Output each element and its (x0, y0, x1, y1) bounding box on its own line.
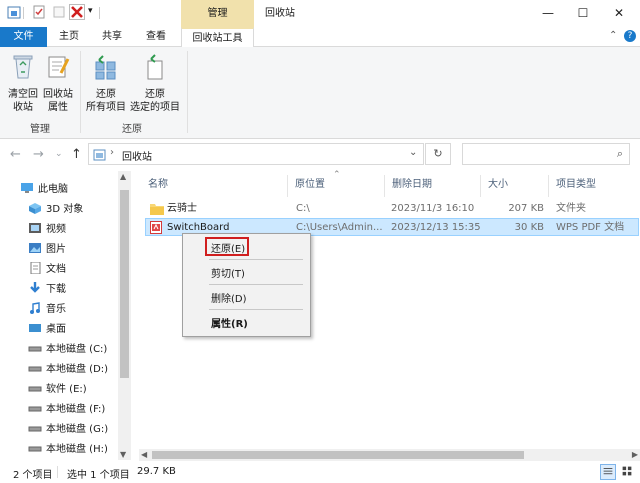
drive-icon (28, 386, 42, 392)
delete-qat-icon[interactable] (69, 4, 85, 20)
scroll-down-icon[interactable]: ▼ (120, 450, 126, 459)
nav-item-3d-objects[interactable]: 3D 对象 (28, 200, 83, 220)
drive-icon (28, 426, 42, 432)
nav-item-drive-e[interactable]: 软件 (E:) (28, 380, 87, 400)
refresh-button[interactable]: ↻ (425, 143, 451, 165)
nav-item-drive-d[interactable]: 本地磁盘 (D:) (28, 360, 108, 380)
scroll-up-icon[interactable]: ▲ (120, 172, 126, 181)
restore-all-button[interactable]: 还原 所有项目 (84, 53, 128, 114)
tab-file[interactable]: 文件 (0, 27, 47, 47)
scroll-right-icon[interactable]: ▶ (632, 450, 638, 459)
nav-item-this-pc[interactable]: 此电脑 (20, 180, 68, 200)
help-icon[interactable]: ? (624, 30, 636, 42)
menu-item-restore[interactable]: 还原(E) (211, 240, 245, 255)
nav-item-downloads[interactable]: 下载 (28, 280, 66, 300)
drive-icon (28, 406, 42, 412)
large-icons-view-icon[interactable] (620, 464, 636, 480)
context-menu: 还原(E) 剪切(T) 删除(D) 属性(R) (182, 233, 311, 337)
properties-icon (48, 56, 70, 78)
status-selection: 选中 1 个项目 (67, 470, 130, 481)
drive-icon (28, 366, 42, 372)
group-label-restore: 还原 (122, 124, 142, 135)
nav-item-drive-f[interactable]: 本地磁盘 (F:) (28, 400, 105, 420)
breadcrumb-recycle-bin[interactable]: 回收站 (122, 148, 152, 163)
details-view-icon[interactable] (600, 464, 616, 480)
menu-item-cut[interactable]: 剪切(T) (211, 265, 245, 280)
scroll-left-icon[interactable]: ◀ (141, 450, 147, 459)
menu-item-delete[interactable]: 删除(D) (211, 290, 247, 305)
forward-arrow-icon[interactable]: → (33, 147, 44, 162)
computer-icon (21, 183, 33, 193)
status-bar: 2 个项目 选中 1 个项目 29.7 KB (0, 461, 640, 483)
nav-item-videos[interactable]: 视频 (28, 220, 66, 240)
address-bar[interactable]: › 回收站 ⌄ (88, 143, 424, 165)
up-arrow-icon[interactable]: ↑ (71, 147, 82, 162)
tab-view[interactable]: 查看 (141, 27, 171, 47)
group-label-manage: 管理 (30, 124, 50, 135)
download-icon (30, 282, 40, 293)
collapse-ribbon-icon[interactable]: ⌃ (609, 30, 617, 41)
search-icon: ⌕ (616, 147, 623, 160)
nav-scroll-thumb[interactable] (120, 190, 129, 378)
folder-icon (150, 204, 164, 215)
empty-recycle-bin-button[interactable]: 清空回 收站 (4, 53, 42, 114)
close-button[interactable]: ✕ (596, 0, 640, 27)
restore-all-icon (95, 55, 116, 80)
properties-qat-icon[interactable] (32, 5, 46, 19)
title-bar: ▾ 管理 回收站 — ☐ ✕ (0, 0, 640, 27)
folder-app-icon (7, 6, 21, 19)
documents-icon (30, 262, 41, 274)
recycle-bin-icon (13, 55, 33, 79)
column-header-location[interactable]: 原位置 (289, 175, 385, 197)
tab-share[interactable]: 共享 (97, 27, 127, 47)
new-folder-qat-icon[interactable] (52, 5, 66, 19)
column-header-name[interactable]: 名称 (142, 175, 288, 197)
drive-icon (28, 346, 42, 352)
restore-selected-button[interactable]: 还原 选定的项目 (128, 53, 182, 114)
recycle-bin-small-icon (93, 149, 106, 161)
recycle-bin-properties-button[interactable]: 回收站 属性 (41, 53, 75, 114)
music-icon (30, 302, 40, 314)
drive-icon (28, 446, 42, 452)
qat-dropdown-icon[interactable]: ▾ (88, 6, 93, 16)
column-header-type[interactable]: 项目类型 (550, 175, 639, 197)
desktop-icon (29, 324, 41, 332)
video-icon (29, 223, 41, 233)
back-arrow-icon[interactable]: ← (10, 147, 21, 162)
menu-item-properties[interactable]: 属性(R) (211, 315, 248, 330)
context-tab-header: 管理 (181, 0, 254, 27)
breadcrumb-separator: › (110, 147, 114, 158)
window-title: 回收站 (265, 8, 295, 19)
nav-item-drive-c[interactable]: 本地磁盘 (C:) (28, 340, 107, 360)
table-row[interactable]: 云骑士 C:\ 2023/11/3 16:10 207 KB 文件夹 (145, 200, 639, 218)
status-size: 29.7 KB (137, 466, 176, 477)
nav-item-pictures[interactable]: 图片 (28, 240, 66, 260)
pdf-icon (150, 221, 162, 234)
column-header-date[interactable]: 删除日期 (386, 175, 481, 197)
nav-item-documents[interactable]: 文档 (28, 260, 66, 280)
column-header-size[interactable]: 大小 (482, 175, 549, 197)
pictures-icon (29, 243, 41, 253)
tab-home[interactable]: 主页 (54, 27, 84, 47)
search-input[interactable]: ⌕ (462, 143, 630, 165)
ribbon: 清空回 收站 回收站 属性 管理 还原 所有项目 还原 选定的项目 还原 (0, 47, 640, 139)
ribbon-tabs: 文件 主页 共享 查看 回收站工具 ⌃ ? (0, 27, 640, 48)
horizontal-scroll-thumb[interactable] (152, 451, 524, 459)
nav-item-drive-h[interactable]: 本地磁盘 (H:) (28, 440, 108, 460)
nav-item-desktop[interactable]: 桌面 (28, 320, 66, 340)
address-dropdown-icon[interactable]: ⌄ (409, 147, 417, 158)
nav-item-drive-g[interactable]: 本地磁盘 (G:) (28, 420, 108, 440)
refresh-icon: ↻ (433, 147, 443, 160)
status-item-count: 2 个项目 (13, 470, 53, 481)
nav-item-music[interactable]: 音乐 (28, 300, 66, 320)
restore-selected-icon (147, 54, 163, 80)
tab-recycle-bin-tools[interactable]: 回收站工具 (181, 27, 254, 48)
3d-objects-icon (29, 203, 41, 214)
recent-dropdown-icon[interactable]: ⌄ (55, 149, 63, 159)
